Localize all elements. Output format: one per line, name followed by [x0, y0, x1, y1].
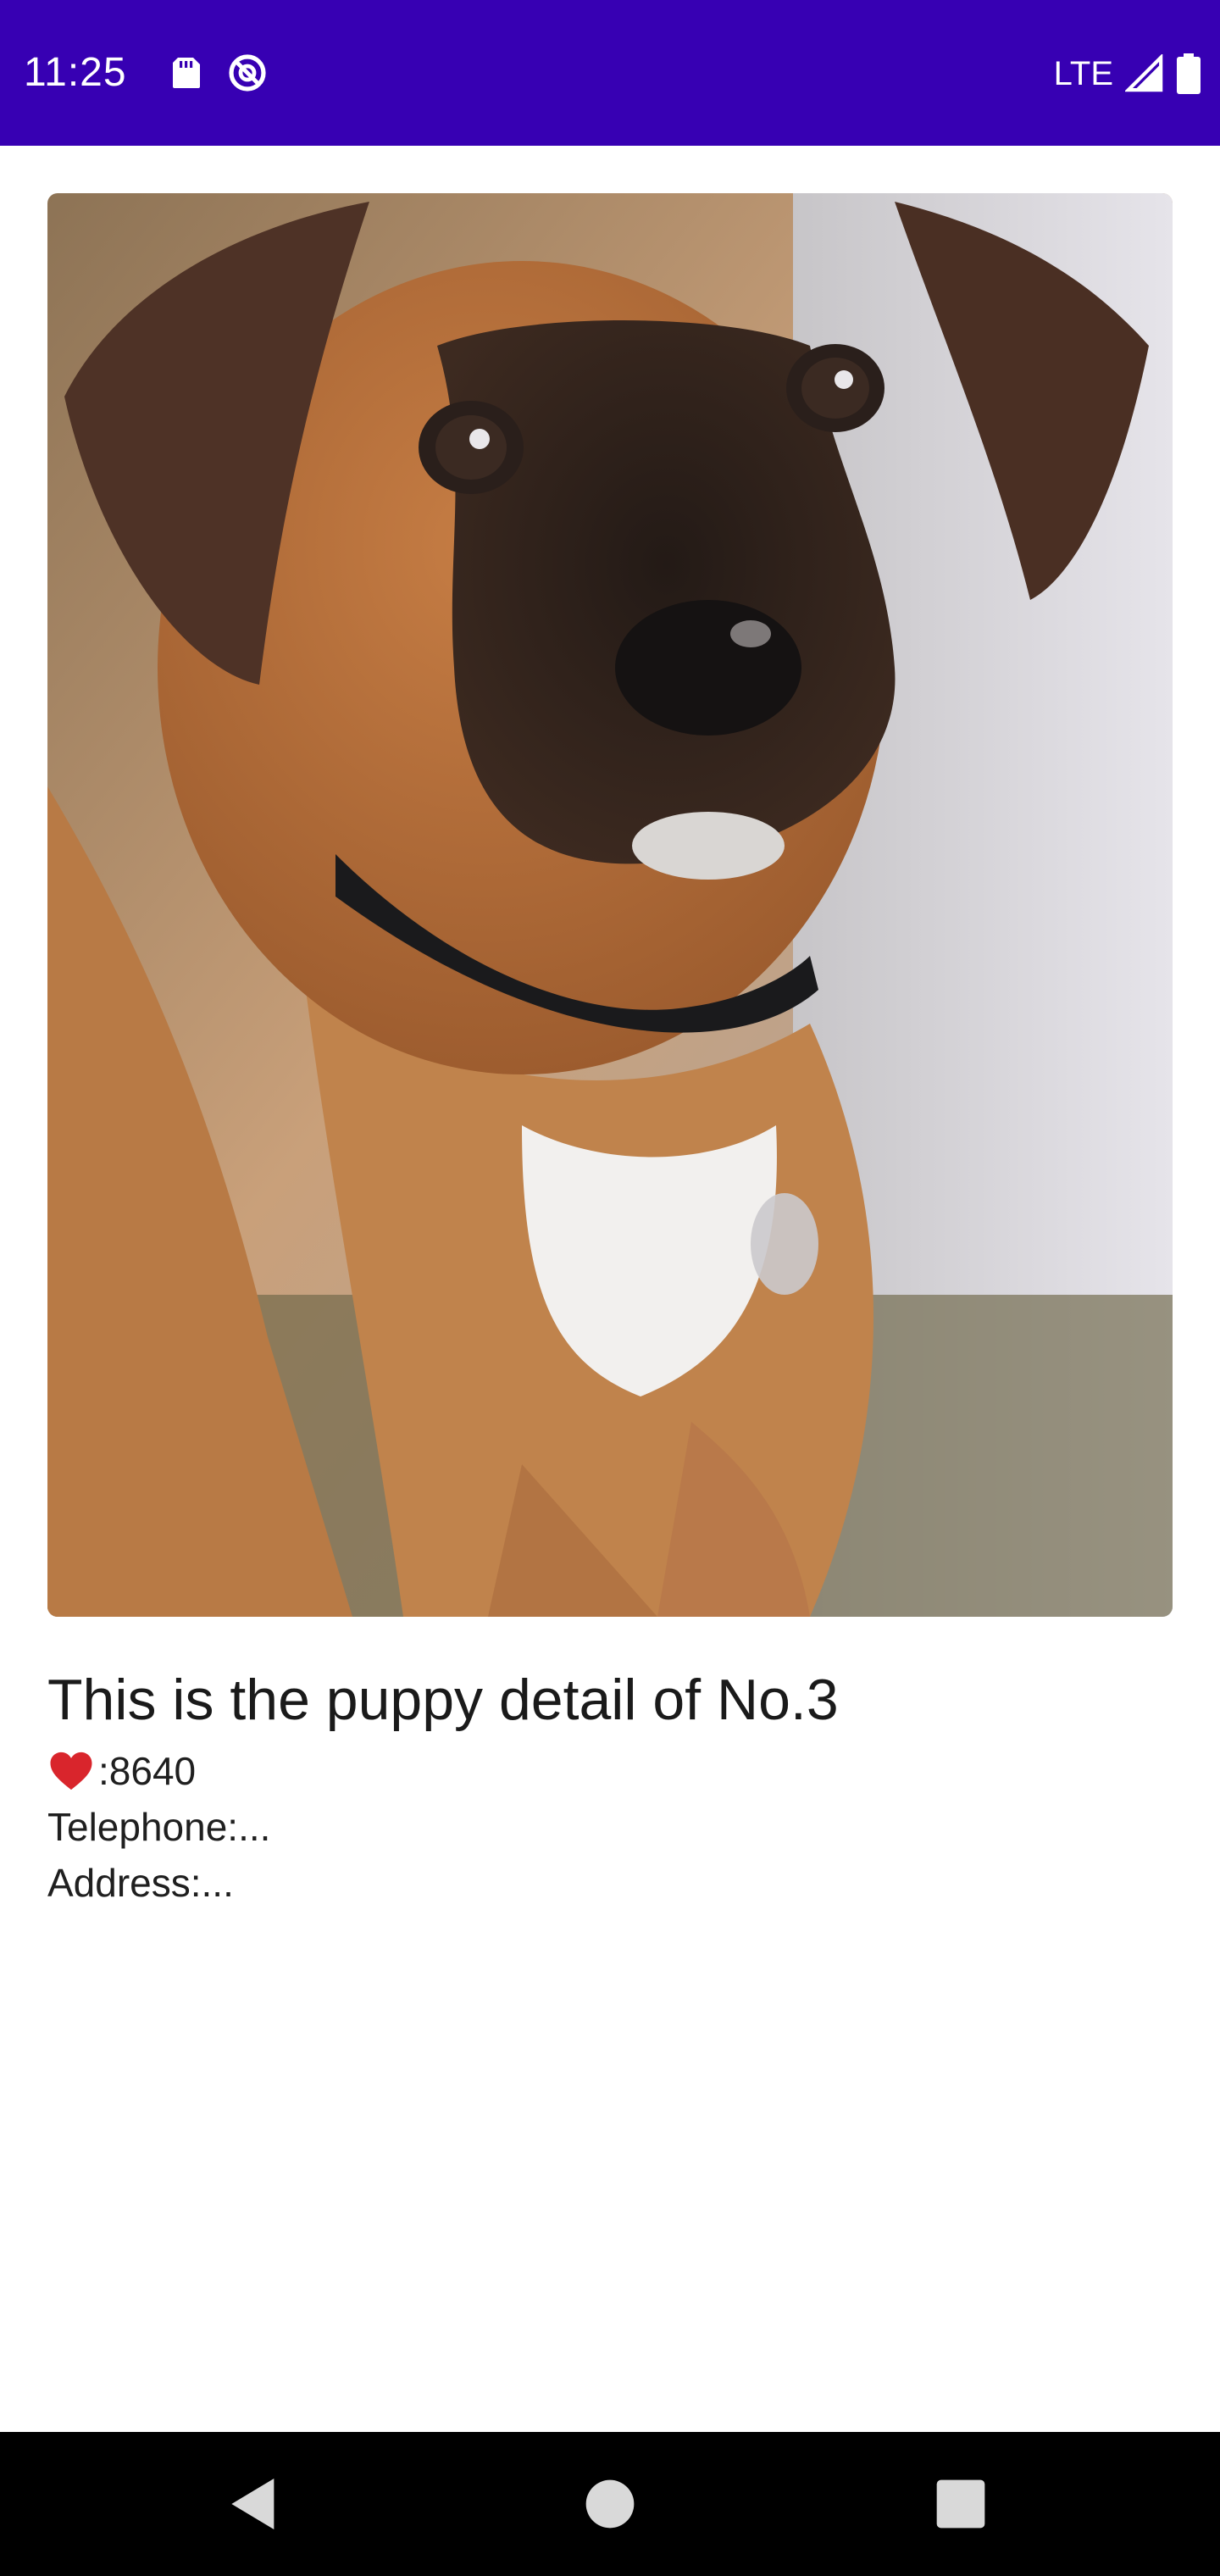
home-icon[interactable] [576, 2470, 644, 2538]
recents-icon[interactable] [927, 2470, 995, 2538]
heart-icon [50, 1752, 92, 1790]
puppy-detail-title: This is the puppy detail of No.3 [47, 1668, 839, 1732]
puppy-detail-screen: This is the puppy detail of No.3 :8640 T… [0, 146, 1220, 2432]
system-navigation-bar [0, 2432, 1220, 2576]
status-bar: 11:25 LTE [0, 0, 1220, 146]
address-text: Address:... [47, 1861, 234, 1905]
battery-icon [1177, 53, 1201, 94]
signal-icon [1125, 54, 1163, 92]
likes-row: :8640 [47, 1746, 196, 1796]
sd-card-icon [173, 58, 200, 88]
network-type-label: LTE [1053, 55, 1113, 92]
likes-count: :8640 [98, 1749, 197, 1793]
back-icon[interactable] [220, 2470, 288, 2538]
puppy-photo [47, 193, 1173, 1617]
status-right-group: LTE [1054, 51, 1201, 97]
at-sign-icon [229, 54, 266, 92]
puppy-illustration [47, 193, 1173, 1617]
telephone-text: Telephone:... [47, 1805, 271, 1849]
status-time: 11:25 [24, 50, 127, 95]
